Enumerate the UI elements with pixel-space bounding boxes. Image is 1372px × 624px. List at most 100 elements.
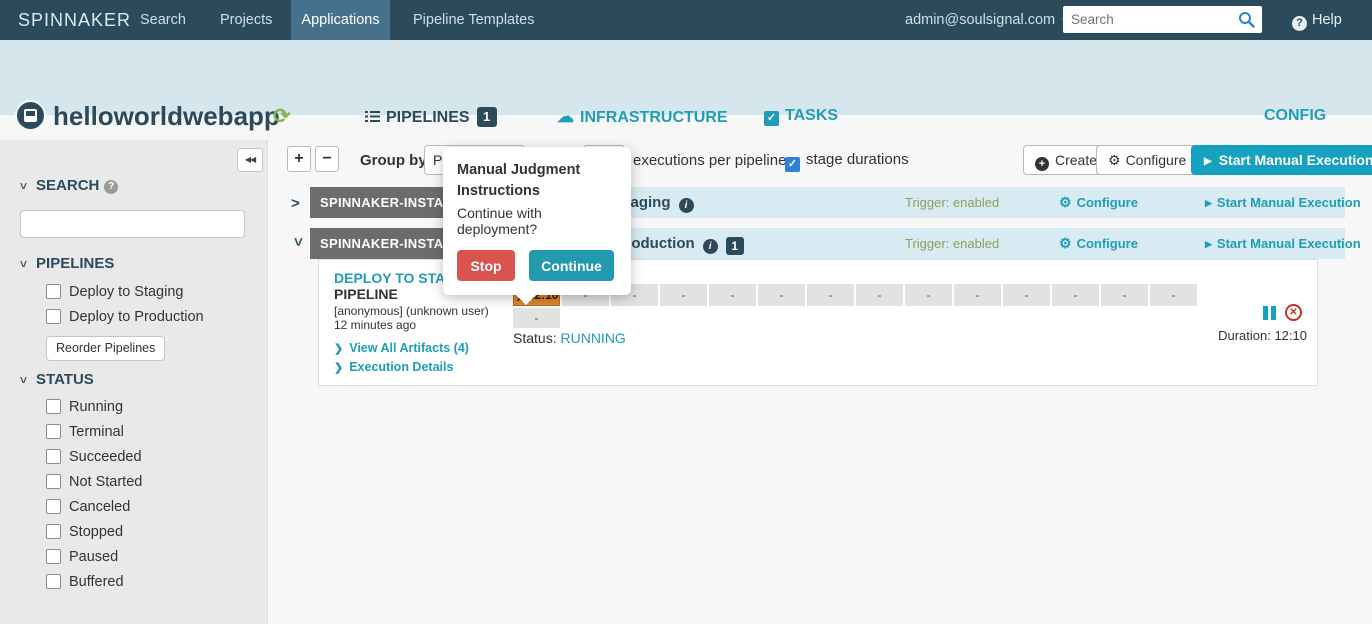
checkbox-label: Deploy to Staging [69, 284, 183, 300]
chevron-down-icon: > [17, 182, 31, 189]
info-icon[interactable]: i [703, 239, 718, 254]
filter-checkbox-canceled[interactable]: Canceled [46, 499, 130, 515]
filter-checkbox-stopped[interactable]: Stopped [46, 524, 123, 540]
checked-checkbox-icon: ✓ [785, 157, 800, 172]
stage-pill[interactable]: - [856, 284, 903, 306]
application-header: helloworldwebapp ⟳ PIPELINES1 ☁INFRASTRU… [0, 40, 1372, 115]
group-start-manual-execution-link[interactable]: ▶Start Manual Execution [1205, 187, 1361, 219]
help-icon[interactable]: ? [104, 180, 118, 194]
zoom-out-button[interactable]: − [315, 146, 339, 172]
tab-pipelines[interactable]: PIPELINES1 [365, 107, 497, 127]
stage-pill[interactable]: - [758, 284, 805, 306]
tab-infrastructure[interactable]: ☁INFRASTRUCTURE [557, 107, 728, 127]
filter-checkbox-not-started[interactable]: Not Started [46, 474, 142, 490]
expand-group-chevron[interactable]: > [291, 195, 305, 212]
search-section-header[interactable]: >SEARCH? [20, 177, 118, 194]
info-icon[interactable]: i [679, 198, 694, 213]
search-icon[interactable] [1238, 11, 1255, 28]
help-label: Help [1312, 12, 1342, 28]
group-configure-link[interactable]: ⚙Configure [1059, 228, 1138, 259]
checkbox-label: Deploy to Production [69, 309, 204, 325]
tab-infrastructure-label: INFRASTRUCTURE [580, 109, 728, 126]
filter-checkbox-deploy-production[interactable]: Deploy to Production [46, 309, 204, 325]
checkbox-icon [46, 284, 61, 299]
checkbox-label: Stopped [69, 524, 123, 540]
filter-search-input[interactable] [20, 210, 245, 238]
help-menu[interactable]: ?Help [1292, 0, 1342, 40]
popup-title: Manual Judgment Instructions [457, 160, 617, 202]
stage-pill[interactable]: - [954, 284, 1001, 306]
manual-judgment-popup: Manual Judgment Instructions Continue wi… [443, 147, 631, 295]
pipelines-section-title: PIPELINES [36, 255, 114, 272]
popup-message: Continue with deployment? [457, 205, 617, 237]
check-square-icon: ✓ [764, 111, 779, 126]
filter-checkbox-paused[interactable]: Paused [46, 549, 118, 565]
tab-config[interactable]: CONFIG [1264, 107, 1326, 125]
refresh-icon[interactable]: ⟳ [273, 104, 291, 129]
execution-details-link[interactable]: ❯Execution Details [334, 360, 453, 374]
brand-logo[interactable]: SPINNAKER [18, 0, 131, 40]
filter-checkbox-terminal[interactable]: Terminal [46, 424, 124, 440]
status-section-header[interactable]: >STATUS [20, 371, 94, 388]
nav-item-projects[interactable]: Projects [220, 0, 272, 40]
popup-buttons: Stop Continue [457, 250, 617, 281]
global-search-input[interactable] [1071, 7, 1231, 32]
checkbox-label: Paused [69, 549, 118, 565]
spinnaker-app: SPINNAKER Search Projects Applications P… [0, 0, 1372, 624]
nav-item-applications[interactable]: Applications [291, 0, 390, 40]
stage-pill[interactable]: - [1150, 284, 1197, 306]
stop-button[interactable]: Stop [457, 250, 515, 281]
pipelines-section-header[interactable]: >PIPELINES [20, 255, 114, 272]
user-menu[interactable]: admin@soulsignal.com▼ [905, 0, 1070, 40]
filter-checkbox-buffered[interactable]: Buffered [46, 574, 124, 590]
checkbox-icon [46, 474, 61, 489]
cancel-execution-icon[interactable]: ✕ [1285, 304, 1302, 321]
stage-pill[interactable]: - [905, 284, 952, 306]
configure-link-label: Configure [1077, 195, 1138, 210]
zoom-in-button[interactable]: + [287, 146, 311, 172]
global-search-box [1063, 6, 1262, 33]
play-icon: ▶ [1205, 198, 1212, 208]
collapse-sidebar-button[interactable]: ◀◀ [237, 148, 263, 172]
filter-checkbox-running[interactable]: Running [46, 399, 123, 415]
play-icon: ▶ [1205, 239, 1212, 249]
continue-button[interactable]: Continue [529, 250, 614, 281]
nav-item-pipeline-templates[interactable]: Pipeline Templates [413, 0, 534, 40]
stage-pill[interactable]: - [709, 284, 756, 306]
stage-pill[interactable]: - [660, 284, 707, 306]
user-menu-label: admin@soulsignal.com [905, 12, 1055, 28]
group-by-label: Group by [360, 152, 427, 169]
nav-item-search[interactable]: Search [140, 0, 186, 40]
view-all-artifacts-link[interactable]: ❯View All Artifacts (4) [334, 341, 469, 355]
checkbox-icon [46, 399, 61, 414]
stage-pill[interactable]: - [807, 284, 854, 306]
stage-durations-toggle[interactable]: ✓stage durations [785, 151, 909, 172]
executions-per-pipeline-label: executions per pipeline [633, 152, 786, 169]
execution-user: [anonymous] (unknown user) [334, 304, 489, 318]
stage-pill-secondary[interactable]: - [513, 308, 560, 328]
status-value[interactable]: RUNNING [560, 330, 625, 346]
configure-link-label: Configure [1077, 236, 1138, 251]
details-label: Execution Details [349, 360, 453, 374]
collapse-group-chevron[interactable]: > [290, 238, 307, 252]
group-start-manual-execution-link[interactable]: ▶ Start Manual Execution [1205, 228, 1361, 260]
start-link-label: Start Manual Execution [1217, 236, 1361, 251]
stage-pill[interactable]: - [1052, 284, 1099, 306]
start-manual-execution-button[interactable]: ▶Start Manual Execution [1191, 145, 1372, 175]
plus-icon: + [1035, 157, 1049, 171]
pause-execution-icon[interactable] [1263, 306, 1277, 320]
filter-checkbox-deploy-staging[interactable]: Deploy to Staging [46, 284, 183, 300]
tab-tasks[interactable]: ✓TASKS [764, 107, 838, 126]
filter-checkbox-succeeded[interactable]: Succeeded [46, 449, 142, 465]
checkbox-label: Terminal [69, 424, 124, 440]
stage-pill[interactable]: - [1003, 284, 1050, 306]
reorder-pipelines-button[interactable]: Reorder Pipelines [46, 336, 165, 361]
stage-pill[interactable]: - [1101, 284, 1148, 306]
trigger-status: Trigger: enabled [905, 228, 999, 259]
chevron-right-icon: ❯ [334, 343, 343, 355]
group-configure-link[interactable]: ⚙Configure [1059, 187, 1138, 218]
checkbox-icon [46, 424, 61, 439]
status-section-title: STATUS [36, 371, 94, 388]
gear-icon: ⚙ [1108, 152, 1121, 168]
trigger-status: Trigger: enabled [905, 187, 999, 218]
